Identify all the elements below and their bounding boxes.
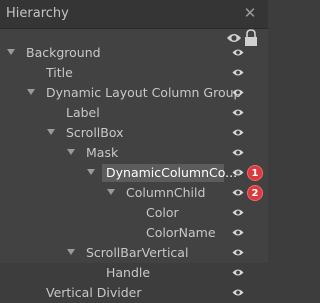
annotation-badge: 1: [247, 165, 263, 181]
tree-row-label: Title: [46, 65, 73, 80]
tree-row[interactable]: Background: [0, 43, 268, 63]
visibility-eye-icon[interactable]: [232, 188, 244, 197]
expand-arrow-icon[interactable]: [87, 169, 95, 175]
visibility-eye-icon[interactable]: [232, 48, 244, 57]
panel-title: Hierarchy: [6, 6, 69, 21]
tree-row[interactable]: ColumnChild 2: [0, 183, 268, 203]
visibility-eye-icon[interactable]: [232, 88, 244, 97]
tree-row[interactable]: ColorName: [0, 223, 268, 243]
tree-row[interactable]: ScrollBox: [0, 123, 268, 143]
expand-arrow-icon[interactable]: [67, 249, 75, 255]
tree-row-label: Dynamic Layout Column Group: [46, 85, 242, 100]
tree-row[interactable]: Title: [0, 63, 268, 83]
visibility-eye-icon[interactable]: [232, 68, 244, 77]
tree-row[interactable]: Dynamic Layout Column Group: [0, 83, 268, 103]
close-icon[interactable]: ✕: [242, 4, 258, 22]
tree-row-label: Background: [26, 45, 101, 60]
expand-arrow-icon[interactable]: [7, 49, 15, 55]
tree-row[interactable]: Mask: [0, 143, 268, 163]
hierarchy-tree: Background Title Dynamic Layout Column Gro…: [0, 29, 268, 300]
expand-arrow-icon[interactable]: [27, 89, 35, 95]
tree-row-label: Mask: [86, 145, 119, 160]
expand-arrow-icon[interactable]: [67, 149, 75, 155]
tree-row-label: ColorName: [146, 225, 216, 240]
tree-row-label: ScrollBox: [66, 125, 124, 140]
annotation-badge: 2: [247, 185, 263, 201]
visibility-eye-icon[interactable]: [232, 148, 244, 157]
visibility-eye-icon[interactable]: [232, 208, 244, 217]
expand-arrow-icon[interactable]: [107, 189, 115, 195]
hierarchy-panel: Hierarchy ✕ Background Title Dynamic Layou…: [0, 0, 268, 300]
visibility-eye-icon[interactable]: [232, 268, 244, 277]
visibility-eye-icon[interactable]: [232, 108, 244, 117]
visibility-eye-icon[interactable]: [232, 168, 244, 177]
tree-row[interactable]: Label: [0, 103, 268, 123]
tree-row[interactable]: Vertical Divider: [0, 283, 268, 303]
visibility-eye-icon[interactable]: [232, 248, 244, 257]
tree-row[interactable]: Color: [0, 203, 268, 223]
tree-row[interactable]: DynamicColumnCo... 1: [0, 163, 268, 183]
tree-row-label: ColumnChild: [126, 185, 206, 200]
tree-row-label: Vertical Divider: [46, 285, 142, 300]
tree-row[interactable]: Handle: [0, 263, 268, 283]
visibility-eye-icon[interactable]: [232, 288, 244, 297]
visibility-eye-icon[interactable]: [232, 228, 244, 237]
tree-row-label: Handle: [106, 265, 151, 280]
expand-arrow-icon[interactable]: [47, 129, 55, 135]
tree-row-label: Label: [66, 105, 100, 120]
panel-titlebar: Hierarchy ✕: [0, 0, 268, 29]
tree-row-label: ScrollBarVertical: [86, 245, 189, 260]
tree-row-label: DynamicColumnCo...: [106, 165, 238, 180]
tree-row-label: Color: [146, 205, 179, 220]
visibility-eye-icon[interactable]: [232, 128, 244, 137]
tree-row[interactable]: ScrollBarVertical: [0, 243, 268, 263]
